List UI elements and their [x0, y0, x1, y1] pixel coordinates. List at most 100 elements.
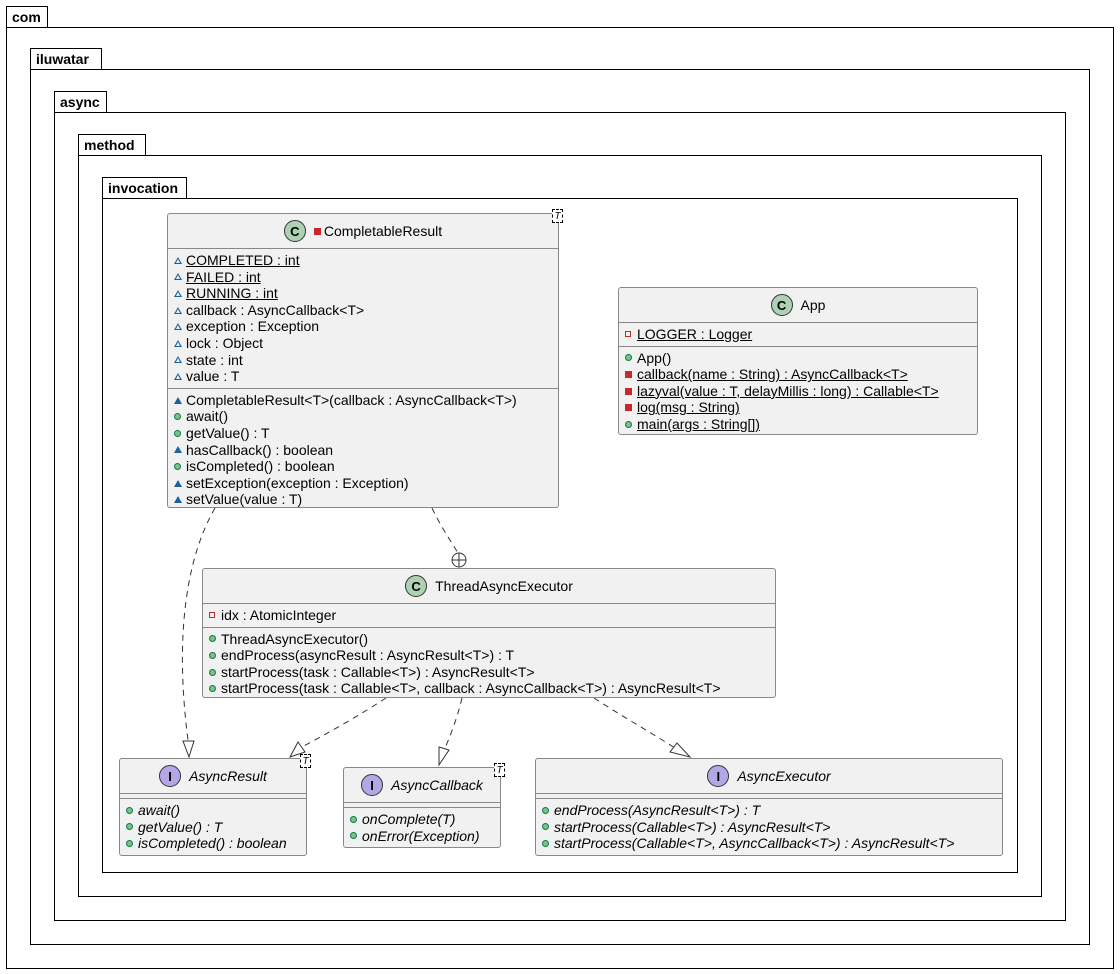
public-visibility-icon — [350, 815, 357, 823]
interface-stereotype-icon: I — [159, 765, 182, 787]
class-name: ThreadAsyncExecutor — [435, 578, 573, 594]
method-row: setValue(value : T) — [174, 491, 558, 508]
class-header: I AsyncCallback — [344, 768, 500, 803]
interface-async-callback[interactable]: T I AsyncCallback onComplete(T) onError(… — [343, 763, 505, 848]
arrowhead-realization-asyncresult-1 — [182, 740, 195, 759]
class-stereotype-icon: C — [405, 575, 428, 597]
field-row: value : T — [174, 368, 558, 385]
public-visibility-icon — [126, 806, 133, 814]
package-visibility-icon — [174, 306, 182, 314]
class-app[interactable]: C App LOGGER : Logger App() callback(nam… — [618, 287, 978, 435]
public-visibility-icon — [209, 668, 216, 676]
fields-section: idx : AtomicInteger — [203, 604, 775, 628]
package-visibility-icon — [174, 289, 182, 297]
method-row: await() — [174, 408, 558, 425]
package-visibility-icon — [174, 273, 182, 281]
methods-section: App() callback(name : String) : AsyncCal… — [619, 347, 977, 436]
relation-threadasyncexecutor-asyncresult — [299, 697, 387, 749]
public-visibility-icon — [542, 839, 549, 847]
method-row: startProcess(task : Callable<T>) : Async… — [209, 664, 775, 681]
private-visibility-icon — [625, 387, 632, 395]
interface-async-executor[interactable]: I AsyncExecutor endProcess(AsyncResult<T… — [535, 758, 1003, 856]
interface-name: AsyncExecutor — [737, 768, 831, 784]
arrowhead-realization-asyncexecutor — [669, 742, 692, 758]
arrowhead-realization-asynccallback — [438, 746, 450, 767]
interface-async-result[interactable]: T I AsyncResult await() getValue() : T i… — [119, 754, 311, 856]
relation-threadasyncexecutor-asyncexecutor — [593, 697, 676, 749]
package-visibility-icon — [174, 339, 182, 347]
fields-section: LOGGER : Logger — [619, 323, 977, 347]
relation-threadasyncexecutor-asynccallback — [444, 697, 463, 749]
interface-stereotype-icon: I — [361, 774, 384, 796]
method-row: App() — [625, 350, 977, 367]
method-row: isCompleted() : boolean — [126, 835, 306, 852]
method-row: startProcess(Callable<T>) : AsyncResult<… — [542, 819, 1002, 836]
public-visibility-icon — [209, 685, 216, 693]
class-name: App — [800, 297, 826, 313]
package-visibility-icon — [174, 446, 182, 454]
private-visibility-icon — [625, 404, 632, 412]
methods-section: ThreadAsyncExecutor() endProcess(asyncRe… — [203, 628, 775, 700]
methods-section: await() getValue() : T isCompleted() : b… — [120, 799, 306, 855]
field-row: state : int — [174, 352, 558, 369]
method-row: endProcess(AsyncResult<T>) : T — [542, 802, 1002, 819]
public-visibility-icon — [350, 832, 357, 840]
package-visibility-icon — [174, 479, 182, 487]
public-visibility-icon — [625, 354, 632, 362]
public-visibility-icon — [209, 635, 216, 643]
methods-section: endProcess(AsyncResult<T>) : T startProc… — [536, 799, 1002, 855]
public-visibility-icon — [126, 839, 133, 847]
method-row: setException(exception : Exception) — [174, 475, 558, 492]
method-row: getValue() : T — [174, 425, 558, 442]
class-header: C CompletableResult — [168, 214, 558, 249]
class-stereotype-icon: C — [770, 294, 793, 316]
field-row: exception : Exception — [174, 318, 558, 335]
public-visibility-icon — [625, 420, 632, 428]
package-visibility-icon — [174, 356, 182, 364]
public-visibility-icon — [174, 462, 181, 470]
method-row: startProcess(Callable<T>, AsyncCallback<… — [542, 835, 1002, 852]
public-visibility-icon — [126, 823, 133, 831]
field-row: FAILED : int — [174, 269, 558, 286]
method-row: ThreadAsyncExecutor() — [209, 631, 775, 648]
method-row: lazyval(value : T, delayMillis : long) :… — [625, 383, 977, 400]
method-row: isCompleted() : boolean — [174, 458, 558, 475]
public-visibility-icon — [209, 651, 216, 659]
method-row: main(args : String[]) — [625, 416, 977, 433]
package-visibility-icon — [174, 256, 182, 264]
method-row: onError(Exception) — [350, 828, 500, 845]
package-visibility-icon — [174, 496, 182, 504]
method-row: await() — [126, 802, 306, 819]
method-row: callback(name : String) : AsyncCallback<… — [625, 366, 977, 383]
class-header: C App — [619, 288, 977, 323]
field-row: LOGGER : Logger — [625, 326, 977, 343]
interface-name: AsyncResult — [189, 768, 267, 784]
class-thread-async-executor[interactable]: C ThreadAsyncExecutor idx : AtomicIntege… — [202, 568, 776, 698]
fields-section: COMPLETED : int FAILED : int RUNNING : i… — [168, 249, 558, 389]
field-row: lock : Object — [174, 335, 558, 352]
public-visibility-icon — [174, 429, 181, 437]
package-visibility-icon — [174, 372, 182, 380]
class-header: C ThreadAsyncExecutor — [203, 569, 775, 604]
class-header: I AsyncResult — [120, 759, 306, 794]
package-visibility-icon — [174, 323, 182, 331]
field-row: RUNNING : int — [174, 285, 558, 302]
method-row: startProcess(task : Callable<T>, callbac… — [209, 680, 775, 697]
field-row: idx : AtomicInteger — [209, 607, 775, 624]
public-visibility-icon — [542, 823, 549, 831]
method-row: hasCallback() : boolean — [174, 442, 558, 459]
private-visibility-icon — [209, 612, 215, 619]
field-row: callback : AsyncCallback<T> — [174, 302, 558, 319]
public-visibility-icon — [542, 806, 549, 814]
methods-section: CompletableResult<T>(callback : AsyncCal… — [168, 389, 558, 511]
method-row: getValue() : T — [126, 819, 306, 836]
private-visibility-icon — [313, 227, 321, 235]
class-name: CompletableResult — [323, 223, 443, 239]
class-stereotype-icon: C — [283, 220, 306, 242]
interface-name: AsyncCallback — [391, 777, 483, 793]
relation-completableresult-threadasyncexecutor — [431, 507, 459, 554]
private-visibility-icon — [625, 331, 631, 338]
method-row: endProcess(asyncResult : AsyncResult<T>)… — [209, 647, 775, 664]
method-row: onComplete(T) — [350, 811, 500, 828]
class-completable-result[interactable]: T C CompletableResult COMPLETED : int FA… — [167, 209, 563, 511]
